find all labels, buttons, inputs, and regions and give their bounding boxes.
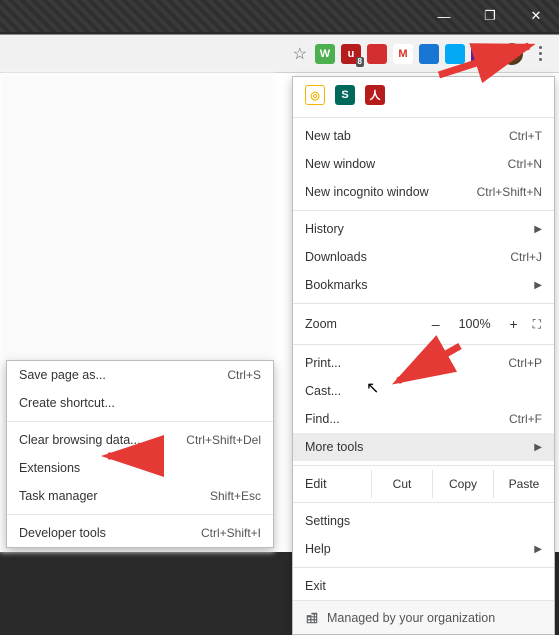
menu-item-label: Developer tools [19, 526, 201, 540]
menu-separator [293, 567, 554, 568]
more-tools-submenu: Save page as...Ctrl+SCreate shortcut... … [6, 360, 274, 548]
menu-extension-icon-1[interactable]: S [335, 85, 355, 105]
menu-item-help[interactable]: Help ▶ [293, 535, 554, 563]
menu-item-downloads[interactable]: DownloadsCtrl+J [293, 243, 554, 271]
menu-item-new-incognito-window[interactable]: New incognito windowCtrl+Shift+N [293, 178, 554, 206]
cut-button[interactable]: Cut [371, 470, 432, 498]
menu-item-label: New tab [305, 129, 509, 143]
extension-icon-0[interactable]: W [315, 44, 335, 64]
menu-item-more-tools[interactable]: More tools ▶ [293, 433, 554, 461]
cursor-icon: ↖ [366, 378, 379, 398]
menu-item-settings[interactable]: Settings [293, 507, 554, 535]
menu-item-history[interactable]: History ▶ [293, 215, 554, 243]
menu-item-label: Print... [305, 356, 508, 370]
chrome-main-menu: ◎S人 New tabCtrl+TNew windowCtrl+NNew inc… [292, 76, 555, 635]
menu-separator [7, 421, 273, 422]
managed-by-org: Managed by your organization [293, 600, 554, 634]
menu-shortcut: Shift+Esc [210, 489, 261, 503]
menu-item-new-tab[interactable]: New tabCtrl+T [293, 122, 554, 150]
menu-shortcut: Ctrl+Shift+I [201, 526, 261, 540]
menu-shortcut: Ctrl+N [508, 157, 542, 171]
menu-item-new-window[interactable]: New windowCtrl+N [293, 150, 554, 178]
submenu-arrow-icon: ▶ [534, 442, 542, 453]
fullscreen-button[interactable]: ⛶ [533, 317, 542, 332]
menu-separator [293, 303, 554, 304]
close-button[interactable]: ✕ [513, 0, 559, 32]
menu-item-exit[interactable]: Exit [293, 572, 554, 600]
extension-badge: 8 [356, 57, 364, 67]
extension-icon-4[interactable] [419, 44, 439, 64]
zoom-value: 100% [455, 317, 495, 331]
menu-shortcut: Ctrl+J [510, 250, 542, 264]
menu-item-label: Extensions [19, 461, 261, 475]
menu-item-clear-browsing-data[interactable]: Clear browsing data...Ctrl+Shift+Del [7, 426, 273, 454]
zoom-label: Zoom [305, 317, 417, 331]
menu-item-task-manager[interactable]: Task managerShift+Esc [7, 482, 273, 510]
menu-shortcut: Ctrl+S [227, 368, 261, 382]
menu-item-label: Create shortcut... [19, 396, 261, 410]
menu-extension-icon-2[interactable]: 人 [365, 85, 385, 105]
menu-extension-icons: ◎ S人 [293, 77, 554, 113]
extension-icon-3[interactable]: M [393, 44, 413, 64]
copy-button[interactable]: Copy [432, 470, 493, 498]
extension-icon-2[interactable] [367, 44, 387, 64]
menu-shortcut: Ctrl+Shift+Del [186, 433, 261, 447]
menu-item-find[interactable]: Find...Ctrl+F [293, 405, 554, 433]
building-icon [305, 611, 319, 625]
menu-item-extensions[interactable]: Extensions [7, 454, 273, 482]
bookmark-star-icon[interactable]: ☆ [293, 44, 307, 64]
menu-item-save-page-as[interactable]: Save page as...Ctrl+S [7, 361, 273, 389]
menu-item-developer-tools[interactable]: Developer toolsCtrl+Shift+I [7, 519, 273, 547]
menu-item-label: New incognito window [305, 185, 477, 199]
zoom-row: Zoom – 100% + ⛶ [293, 308, 554, 340]
menu-shortcut: Ctrl+T [509, 129, 542, 143]
zoom-out-button[interactable]: – [425, 316, 447, 332]
menu-item-print[interactable]: Print...Ctrl+P [293, 349, 554, 377]
menu-shortcut: Ctrl+P [508, 356, 542, 370]
menu-item-label: Bookmarks [305, 278, 526, 292]
menu-separator [293, 465, 554, 466]
menu-item-label: Find... [305, 412, 509, 426]
minimize-button[interactable]: — [421, 0, 467, 32]
edit-row: Edit Cut Copy Paste [293, 470, 554, 498]
menu-item-label: Help [305, 542, 526, 556]
paste-button[interactable]: Paste [493, 470, 554, 498]
menu-extension-icon-0[interactable]: ◎ [305, 85, 325, 105]
menu-item-cast[interactable]: Cast... [293, 377, 554, 405]
menu-item-bookmarks[interactable]: Bookmarks ▶ [293, 271, 554, 299]
menu-item-label: Cast... [305, 384, 542, 398]
menu-separator [293, 117, 554, 118]
edit-label: Edit [293, 470, 371, 498]
menu-item-label: History [305, 222, 526, 236]
menu-item-create-shortcut[interactable]: Create shortcut... [7, 389, 273, 417]
maximize-button[interactable]: ❐ [467, 0, 513, 32]
window-titlebar: — ❐ ✕ [0, 0, 559, 32]
menu-separator [293, 210, 554, 211]
menu-shortcut: Ctrl+Shift+N [477, 185, 542, 199]
extension-icons-tray: Wu8 M [315, 44, 491, 64]
extension-icon-1[interactable]: u8 [341, 44, 361, 64]
kebab-menu-button[interactable] [527, 41, 553, 67]
menu-separator [293, 344, 554, 345]
menu-separator [293, 502, 554, 503]
submenu-arrow-icon: ▶ [534, 544, 542, 555]
menu-item-label: Clear browsing data... [19, 433, 186, 447]
menu-item-label: Save page as... [19, 368, 227, 382]
extension-icon-6[interactable] [471, 44, 491, 64]
zoom-in-button[interactable]: + [503, 316, 525, 332]
extension-icon-5[interactable] [445, 44, 465, 64]
menu-shortcut: Ctrl+F [509, 412, 542, 426]
menu-item-label: New window [305, 157, 508, 171]
submenu-arrow-icon: ▶ [534, 224, 542, 235]
menu-item-label: Exit [305, 579, 542, 593]
submenu-arrow-icon: ▶ [534, 280, 542, 291]
menu-separator [7, 514, 273, 515]
menu-item-label: More tools [305, 440, 526, 454]
managed-label: Managed by your organization [327, 611, 495, 625]
menu-item-label: Settings [305, 514, 542, 528]
profile-avatar[interactable] [501, 43, 523, 65]
menu-item-label: Downloads [305, 250, 510, 264]
menu-item-label: Task manager [19, 489, 210, 503]
browser-toolbar: ☆ Wu8 M [0, 35, 559, 73]
